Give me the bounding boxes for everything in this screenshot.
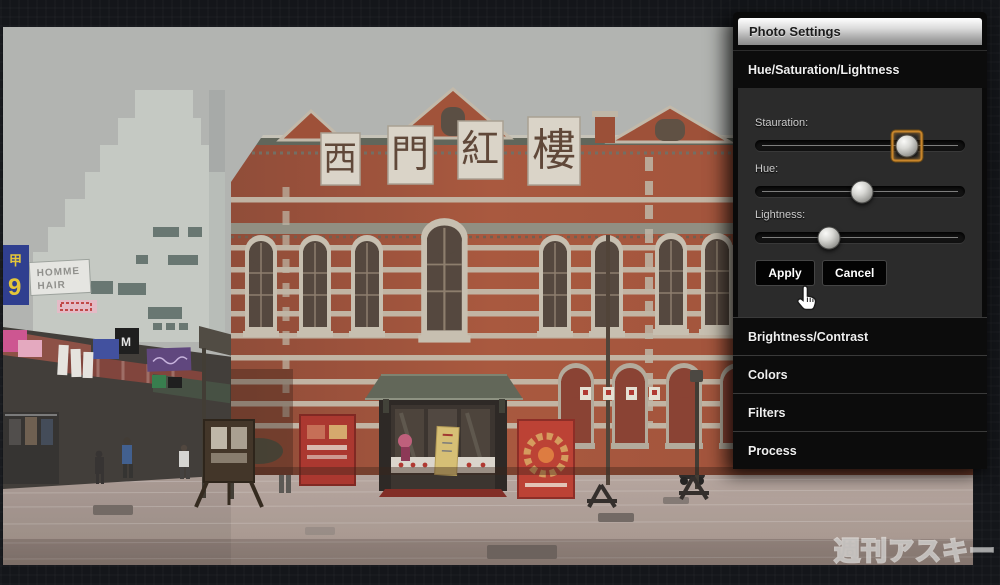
hue-label: Hue: (755, 163, 779, 175)
lightness-slider-knob[interactable] (817, 226, 840, 249)
watermark: 週刊アスキー (833, 535, 997, 567)
lightness-slider: Lightness: (755, 209, 965, 249)
saturation-label: Stauration: (755, 117, 809, 129)
section-process[interactable]: Process (733, 431, 987, 469)
hue-slider-track[interactable] (755, 180, 965, 203)
cancel-button[interactable]: Cancel (822, 260, 888, 286)
section-filters[interactable]: Filters (733, 393, 987, 431)
hue-slider: Hue: (755, 163, 965, 203)
apply-button[interactable]: Apply (755, 260, 815, 286)
saturation-slider-track[interactable] (755, 130, 965, 161)
photo-settings-panel: Photo Settings Hue/Saturation/Lightness … (733, 12, 987, 469)
section-hue-saturation-lightness[interactable]: Hue/Saturation/Lightness (733, 50, 987, 88)
saturation-slider-knob[interactable] (891, 130, 923, 161)
section-colors[interactable]: Colors (733, 355, 987, 393)
saturation-slider: Stauration: (755, 117, 965, 161)
lightness-label: Lightness: (755, 209, 806, 221)
app-stage: HOMME HAIR 甲 9 M 西 門 紅 樓 Photo Settings … (0, 0, 1000, 585)
panel-title: Photo Settings (738, 18, 982, 45)
hue-slider-knob[interactable] (850, 180, 874, 203)
hsl-controls: Stauration: Hue: Lightness: Apply Cancel (738, 88, 982, 317)
button-row: Apply Cancel (755, 260, 965, 286)
cursor-pointer (796, 284, 818, 317)
section-brightness-contrast[interactable]: Brightness/Contrast (733, 317, 987, 355)
lightness-slider-track[interactable] (755, 226, 965, 249)
